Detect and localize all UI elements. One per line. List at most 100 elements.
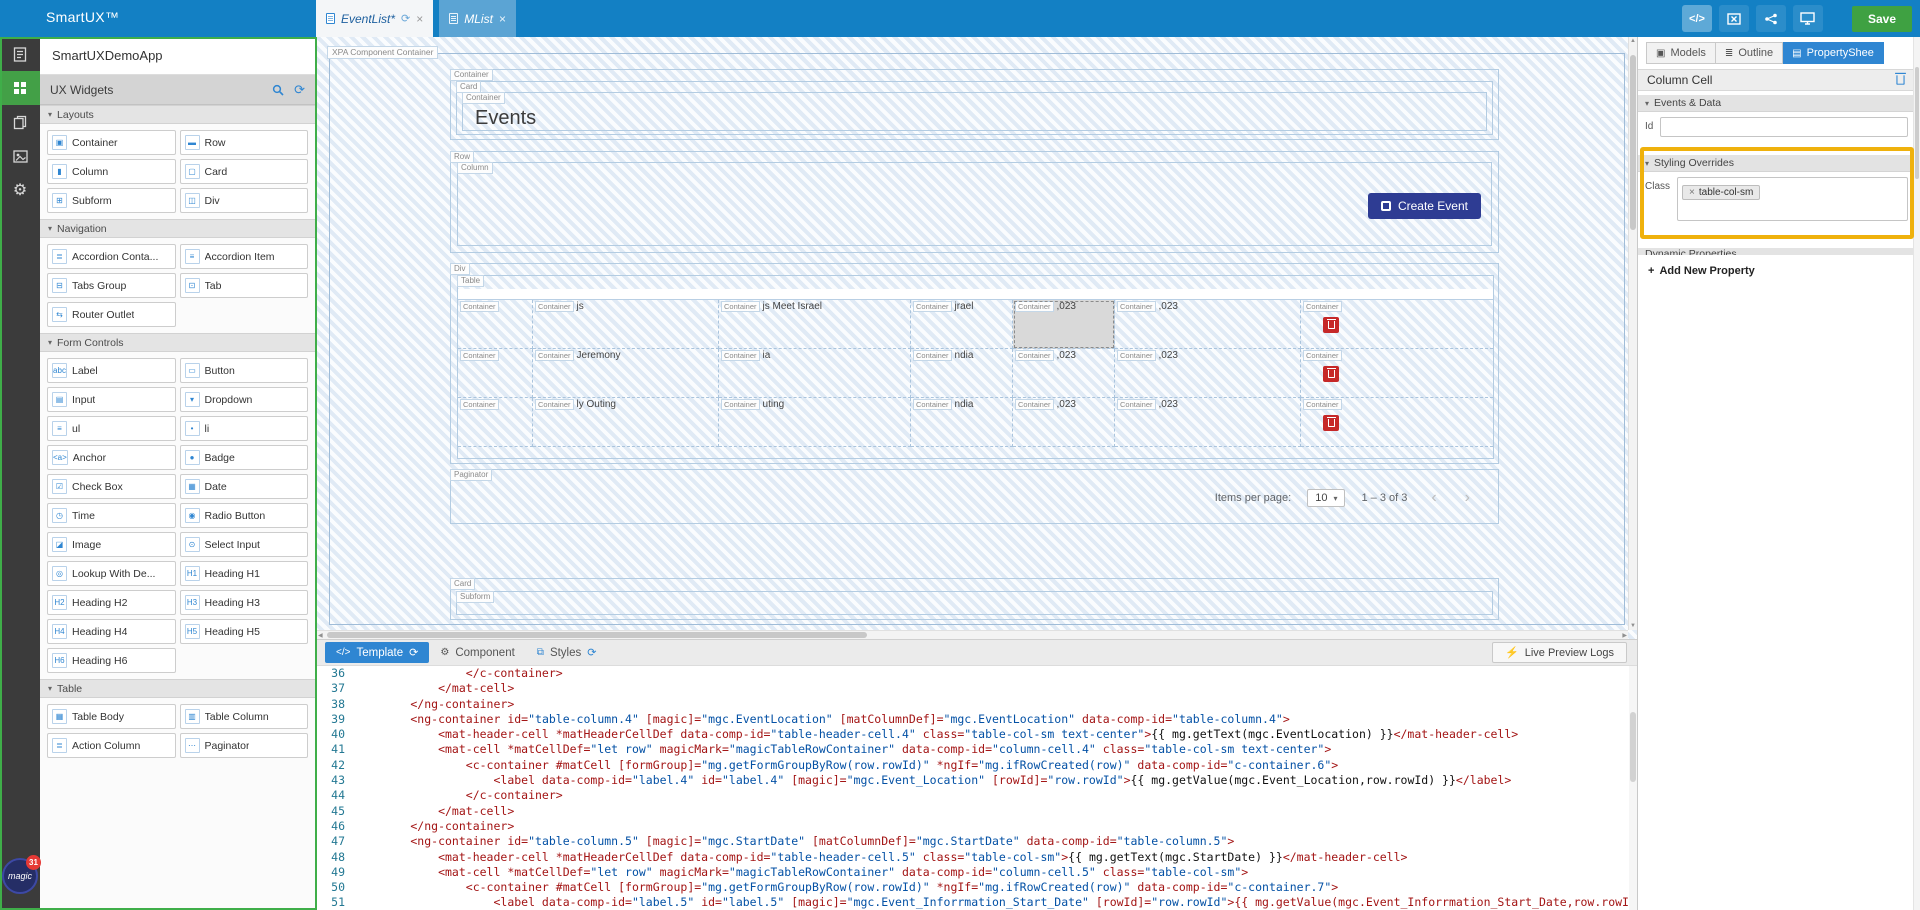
table-column-header[interactable] <box>1115 289 1301 299</box>
scroll-left-icon[interactable]: ◀ <box>318 632 323 639</box>
table-action-cell[interactable]: Container <box>1301 300 1493 349</box>
code-line[interactable]: 43 <label data-comp-id="label.4" id="lab… <box>317 773 1637 788</box>
media-nav-icon[interactable] <box>0 139 40 173</box>
table-cell[interactable]: Containerjrael <box>911 300 1013 349</box>
code-line[interactable]: 51 <label data-comp-id="label.5" id="lab… <box>317 895 1637 910</box>
widget-item[interactable]: ⋯ Paginator <box>180 733 309 758</box>
scroll-up-icon[interactable]: ▲ <box>1629 38 1637 44</box>
widget-item[interactable]: ▥ Table Column <box>180 704 309 729</box>
widget-item[interactable]: H5 Heading H5 <box>180 619 309 644</box>
scrollbar-thumb[interactable] <box>327 632 867 638</box>
code-line[interactable]: 45 </mat-cell> <box>317 804 1637 819</box>
card-box[interactable]: Card Subform <box>450 578 1499 620</box>
table-cell[interactable]: Container,023 <box>1115 349 1301 398</box>
tab-styles[interactable]: ⧉ Styles ⟳ <box>526 642 608 663</box>
canvas-vertical-scrollbar[interactable]: ▲ ▼ <box>1628 37 1637 630</box>
forms-nav-icon[interactable] <box>0 37 40 71</box>
widget-item[interactable]: ▮ Column <box>47 159 176 184</box>
table-column-header[interactable] <box>1301 289 1493 299</box>
scrollbar-thumb[interactable] <box>1630 55 1636 230</box>
table-cell[interactable]: Containerjs <box>533 300 719 349</box>
widget-item[interactable]: ⊟ Tabs Group <box>47 273 176 298</box>
code-line[interactable]: 40 <mat-header-cell *matHeaderCellDef da… <box>317 727 1637 742</box>
widget-item[interactable]: ☑ Check Box <box>47 474 176 499</box>
code-line[interactable]: 44 </c-container> <box>317 788 1637 803</box>
share-button[interactable] <box>1756 5 1786 32</box>
settings-nav-icon[interactable]: ⚙ <box>0 173 40 207</box>
delete-row-button[interactable] <box>1323 366 1339 382</box>
code-line[interactable]: 46 </ng-container> <box>317 819 1637 834</box>
page-title[interactable]: Events <box>463 93 1486 130</box>
table-cell[interactable]: Container <box>458 398 533 447</box>
section-events-data[interactable]: ▾ Events & Data <box>1638 95 1913 112</box>
table-cell[interactable]: Container,023 <box>1115 398 1301 447</box>
page-size-select[interactable]: 10 ▾ <box>1307 489 1345 507</box>
xpa-container-tag[interactable]: XPA Component Container <box>327 46 438 59</box>
widget-item[interactable]: ≡ Accordion Item <box>180 244 309 269</box>
table-action-cell[interactable]: Container <box>1301 349 1493 398</box>
table-cell[interactable]: Containeruting <box>719 398 911 447</box>
widget-item[interactable]: H2 Heading H2 <box>47 590 176 615</box>
code-line[interactable]: 48 <mat-header-cell *matHeaderCellDef da… <box>317 850 1637 865</box>
table-cell[interactable]: Container <box>458 349 533 398</box>
close-split-button[interactable] <box>1719 5 1749 32</box>
table-cell[interactable]: Containerndia <box>911 398 1013 447</box>
scrollbar-thumb[interactable] <box>1630 712 1636 782</box>
widget-item[interactable]: H3 Heading H3 <box>180 590 309 615</box>
code-line[interactable]: 37 </mat-cell> <box>317 681 1637 696</box>
table-cell[interactable]: Container <box>458 300 533 349</box>
section-styling-overrides[interactable]: ▾ Styling Overrides <box>1638 155 1913 172</box>
widget-item[interactable]: ⊞ Subform <box>47 188 176 213</box>
search-icon[interactable] <box>272 84 284 96</box>
table-cell[interactable]: Container,023 <box>1013 300 1115 349</box>
widget-section-header[interactable]: ▾ Navigation <box>40 219 315 238</box>
widget-item[interactable]: ◫ Div <box>180 188 309 213</box>
widget-item[interactable]: ◷ Time <box>47 503 176 528</box>
widget-item[interactable]: <a> Anchor <box>47 445 176 470</box>
widget-item[interactable]: abc Label <box>47 358 176 383</box>
widget-item[interactable]: H1 Heading H1 <box>180 561 309 586</box>
widget-item[interactable]: ▦ Table Body <box>47 704 176 729</box>
widget-section-header[interactable]: ▾ Layouts <box>40 105 315 124</box>
scroll-down-icon[interactable]: ▼ <box>1629 623 1637 629</box>
tab-outline[interactable]: ≣ Outline <box>1716 42 1783 64</box>
code-line[interactable]: 38 </ng-container> <box>317 697 1637 712</box>
widget-section-header[interactable]: ▾ Table <box>40 679 315 698</box>
widget-item[interactable]: H6 Heading H6 <box>47 648 176 673</box>
table-cell[interactable]: Containerjs Meet Israel <box>719 300 911 349</box>
widget-item[interactable]: ▦ Date <box>180 474 309 499</box>
table-cell[interactable]: Containerndia <box>911 349 1013 398</box>
table-column-header[interactable] <box>1013 289 1115 299</box>
tab-models[interactable]: ▣ Models <box>1646 42 1716 64</box>
table-cell[interactable]: Container,023 <box>1013 349 1115 398</box>
table-action-cell[interactable]: Container <box>1301 398 1493 447</box>
add-new-property-button[interactable]: +Add New Property <box>1648 265 1755 277</box>
preview-button[interactable] <box>1793 5 1823 32</box>
section-partially-hidden[interactable]: Dynamic Properties <box>1638 248 1913 255</box>
table-column-header[interactable] <box>533 289 719 299</box>
tab-eventlist[interactable]: EventList* ⟳ × <box>316 0 433 37</box>
tab-propertysheet[interactable]: ▤ PropertyShee <box>1783 42 1884 64</box>
table-cell[interactable]: Container,023 <box>1115 300 1301 349</box>
live-preview-logs-button[interactable]: ⚡ Live Preview Logs <box>1492 642 1627 663</box>
widget-item[interactable]: ◎ Lookup With De... <box>47 561 176 586</box>
refresh-icon[interactable]: ⟳ <box>294 82 305 98</box>
widget-item[interactable]: H4 Heading H4 <box>47 619 176 644</box>
widget-item[interactable]: ⊙ Select Input <box>180 532 309 557</box>
column-box[interactable]: Column Create Event <box>457 162 1492 246</box>
widget-item[interactable]: ◉ Radio Button <box>180 503 309 528</box>
widget-section-header[interactable]: ▾ Form Controls <box>40 333 315 352</box>
code-line[interactable]: 41 <mat-cell *matCellDef="let row" magic… <box>317 742 1637 757</box>
widget-item[interactable]: ⇆ Router Outlet <box>47 302 176 327</box>
container-box[interactable]: Container Events <box>462 92 1487 131</box>
div-box[interactable]: Div Table ContainerContainerjsContainerj… <box>450 263 1499 464</box>
code-line[interactable]: 36 </c-container> <box>317 666 1637 681</box>
next-page-button[interactable]: › <box>1465 492 1470 504</box>
table-column-header[interactable] <box>719 289 911 299</box>
save-button[interactable]: Save <box>1852 6 1912 32</box>
close-icon[interactable]: × <box>499 12 506 26</box>
tab-mlist[interactable]: MList × <box>439 0 516 37</box>
table-column-header[interactable] <box>911 289 1013 299</box>
widget-item[interactable]: ⊡ Tab <box>180 273 309 298</box>
delete-row-button[interactable] <box>1323 415 1339 431</box>
